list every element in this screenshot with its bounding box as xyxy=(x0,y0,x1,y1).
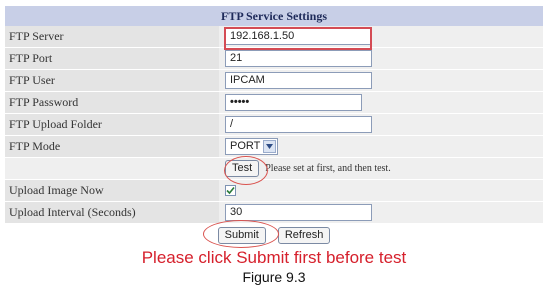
ftp-folder-label: FTP Upload Folder xyxy=(5,114,219,135)
ftp-password-cell: ••••• xyxy=(219,92,543,113)
test-hint: Please set at first, and then test. xyxy=(265,163,391,174)
ftp-server-input[interactable]: 192.168.1.50 xyxy=(225,28,372,45)
upload-now-checkbox[interactable] xyxy=(225,185,236,196)
test-label-empty xyxy=(5,158,219,179)
test-cell: Test Please set at first, and then test. xyxy=(219,158,543,179)
instruction-note: Please click Submit first before test xyxy=(141,248,407,267)
upload-interval-label: Upload Interval (Seconds) xyxy=(5,202,219,223)
ftp-password-label: FTP Password xyxy=(5,92,219,113)
panel-title: FTP Service Settings xyxy=(5,6,543,26)
ftp-user-input[interactable]: IPCAM xyxy=(225,72,372,89)
ftp-server-cell: 192.168.1.50 xyxy=(219,26,543,47)
checkmark-icon xyxy=(226,186,235,195)
ftp-user-cell: IPCAM xyxy=(219,70,543,91)
upload-interval-input[interactable]: 30 xyxy=(225,204,372,221)
refresh-button[interactable]: Refresh xyxy=(277,226,331,244)
chevron-down-icon[interactable] xyxy=(263,140,277,153)
ftp-settings-panel: FTP Service Settings FTP Server 192.168.… xyxy=(5,6,543,246)
row-test: Test Please set at first, and then test. xyxy=(5,158,543,180)
row-upload-interval: Upload Interval (Seconds) 30 xyxy=(5,202,543,224)
ftp-mode-label: FTP Mode xyxy=(5,136,219,157)
upload-interval-cell: 30 xyxy=(219,202,543,223)
test-button[interactable]: Test xyxy=(225,160,260,177)
row-ftp-user: FTP User IPCAM xyxy=(5,70,543,92)
ftp-port-cell: 21 xyxy=(219,48,543,69)
row-ftp-password: FTP Password ••••• xyxy=(5,92,543,114)
ftp-mode-value: PORT xyxy=(230,140,261,152)
ftp-password-input[interactable]: ••••• xyxy=(225,94,362,111)
ftp-mode-select[interactable]: PORT xyxy=(225,138,279,155)
action-row: Submit Refresh xyxy=(5,224,543,246)
row-ftp-port: FTP Port 21 xyxy=(5,48,543,70)
ftp-folder-cell: / xyxy=(219,114,543,135)
submit-button[interactable]: Submit xyxy=(217,226,266,244)
row-ftp-mode: FTP Mode PORT xyxy=(5,136,543,158)
ftp-mode-cell: PORT xyxy=(219,136,543,157)
ftp-server-label: FTP Server xyxy=(5,26,219,47)
row-upload-now: Upload Image Now xyxy=(5,180,543,202)
ftp-port-input[interactable]: 21 xyxy=(225,50,372,67)
row-ftp-folder: FTP Upload Folder / xyxy=(5,114,543,136)
row-ftp-server: FTP Server 192.168.1.50 xyxy=(5,26,543,48)
ftp-user-label: FTP User xyxy=(5,70,219,91)
upload-now-cell xyxy=(219,180,543,201)
ftp-folder-input[interactable]: / xyxy=(225,116,372,133)
ftp-port-label: FTP Port xyxy=(5,48,219,69)
upload-now-label: Upload Image Now xyxy=(5,180,219,201)
figure-caption: Figure 9.3 xyxy=(242,269,306,285)
